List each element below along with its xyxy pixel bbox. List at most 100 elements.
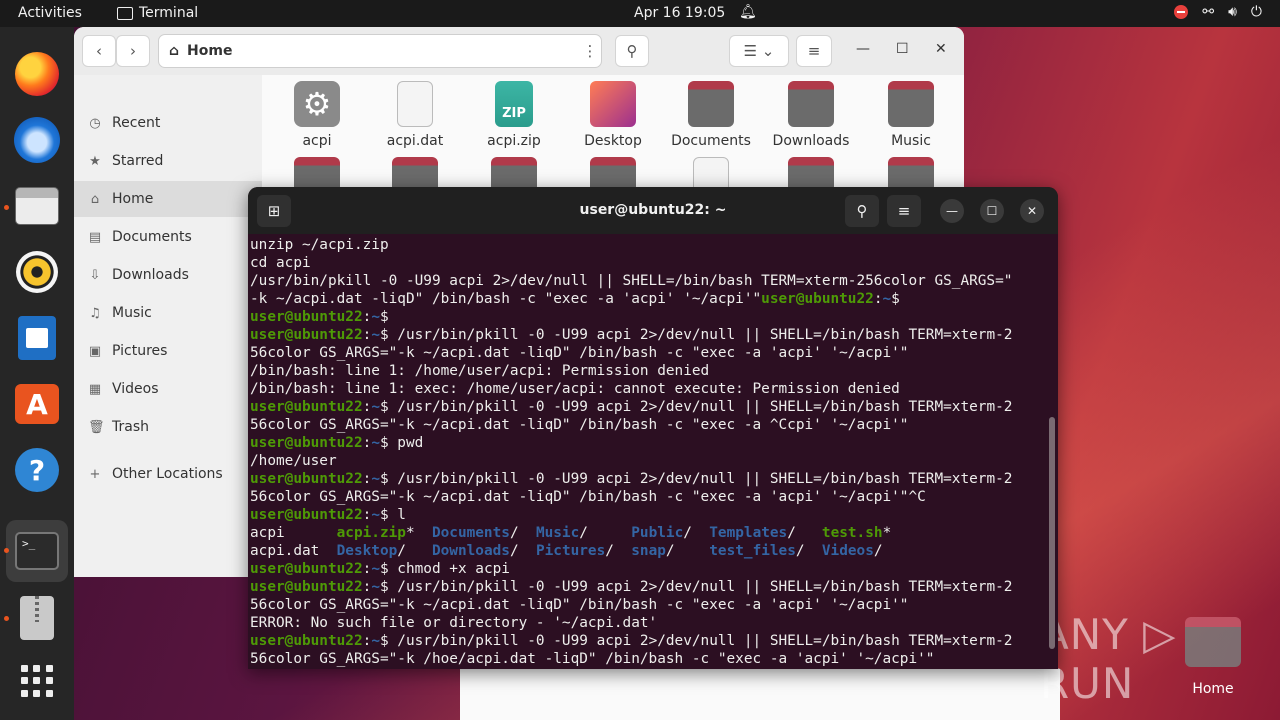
close-button[interactable]: ✕ bbox=[1020, 199, 1044, 223]
file-item-acpi-zip[interactable]: ZIP acpi.zip bbox=[469, 81, 559, 149]
terminal-scrollbar[interactable] bbox=[1049, 417, 1055, 649]
executable-gear-icon: ⚙ bbox=[294, 81, 340, 127]
ls-pad bbox=[415, 525, 432, 541]
folder-item-music[interactable]: Music bbox=[866, 81, 956, 149]
sidebar-item-music[interactable]: ♫ Music bbox=[74, 295, 262, 331]
prompt-path: ~ bbox=[371, 399, 380, 415]
prompt-user: user@ubuntu22 bbox=[250, 327, 363, 343]
sidebar-item-videos[interactable]: ▦ Videos bbox=[74, 371, 262, 407]
folder-item-documents[interactable]: Documents bbox=[666, 81, 756, 149]
zip-badge: ZIP bbox=[502, 106, 526, 121]
firefox-launcher[interactable] bbox=[12, 49, 62, 99]
menu-button[interactable]: ≡ bbox=[887, 195, 921, 227]
prompt-sep: : bbox=[362, 579, 372, 595]
path-bar[interactable]: ⌂ Home bbox=[158, 34, 602, 68]
sidebar-item-home[interactable]: ⌂ Home bbox=[74, 181, 262, 217]
app-center-launcher[interactable]: A bbox=[12, 379, 62, 429]
folder-item-desktop[interactable]: Desktop bbox=[568, 81, 658, 149]
prompt-path: ~ bbox=[371, 327, 380, 343]
sidebar-item-starred[interactable]: ★ Starred bbox=[74, 143, 262, 179]
back-button[interactable]: ‹ bbox=[82, 35, 116, 67]
volume-icon[interactable]: 🔊︎ bbox=[1228, 4, 1237, 20]
terminal-output[interactable]: unzip ~/acpi.zip cd acpi /usr/bin/pkill … bbox=[250, 236, 1046, 669]
ls-entry: / bbox=[605, 543, 614, 559]
ls-entry: / bbox=[665, 543, 675, 559]
sidebar-item-downloads[interactable]: ⇩ Downloads bbox=[74, 257, 262, 293]
terminal-title: user@ubuntu22: ~ bbox=[579, 202, 727, 218]
running-indicator bbox=[4, 616, 9, 621]
file-item-acpi-dat[interactable]: acpi.dat bbox=[370, 81, 460, 149]
maximize-button[interactable]: ☐ bbox=[980, 199, 1004, 223]
help-launcher[interactable]: ? bbox=[12, 445, 62, 495]
sidebar-item-label: Videos bbox=[112, 381, 159, 397]
search-button[interactable]: ⚲ bbox=[615, 35, 649, 67]
ls-pad bbox=[614, 543, 631, 559]
forward-button[interactable]: › bbox=[116, 35, 150, 67]
prompt-command: $ /usr/bin/pkill -0 -U99 acpi 2>/dev/nul… bbox=[379, 471, 1013, 487]
bell-icon[interactable]: 🔔︎ bbox=[739, 4, 757, 20]
app-menu[interactable]: Terminal bbox=[117, 5, 198, 21]
prompt-sep: : bbox=[362, 561, 372, 577]
file-label: Music bbox=[891, 133, 931, 149]
terminal-line: 56color GS_ARGS="-k ~/acpi.dat -liqD" /b… bbox=[250, 345, 909, 361]
file-label: acpi bbox=[302, 133, 332, 149]
path-menu-button[interactable]: ⋮ bbox=[574, 35, 606, 67]
ls-entry: / bbox=[397, 543, 406, 559]
show-apps-button[interactable] bbox=[12, 656, 62, 706]
terminal-launcher[interactable]: >_ bbox=[12, 526, 62, 576]
sidebar-item-other-locations[interactable]: + Other Locations bbox=[74, 456, 262, 492]
terminal-headerbar: ⊞ user@ubuntu22: ~ ⚲ ≡ — ☐ ✕ bbox=[248, 187, 1058, 234]
path-label: Home bbox=[187, 43, 233, 59]
files-launcher[interactable] bbox=[12, 181, 62, 231]
archive-icon bbox=[20, 596, 54, 640]
activities-button[interactable]: Activities bbox=[18, 5, 82, 21]
ls-entry: Public bbox=[631, 525, 684, 541]
prompt-dollar: $ bbox=[891, 291, 900, 307]
power-icon[interactable]: ⏻ bbox=[1251, 4, 1262, 20]
running-indicator bbox=[4, 548, 9, 553]
network-icon[interactable]: ⚯ bbox=[1202, 4, 1214, 20]
sidebar-item-documents[interactable]: ▤ Documents bbox=[74, 219, 262, 255]
view-toggle-button[interactable]: ☰ ⌄ bbox=[729, 35, 789, 67]
app-name: Terminal bbox=[139, 5, 199, 21]
zip-file-icon: ZIP bbox=[495, 81, 533, 127]
sidebar-item-pictures[interactable]: ▣ Pictures bbox=[74, 333, 262, 369]
close-icon[interactable]: ✕ bbox=[935, 41, 947, 57]
maximize-icon[interactable]: ☐ bbox=[896, 41, 909, 57]
sidebar-item-recent[interactable]: ◷ Recent bbox=[74, 105, 262, 141]
app-center-icon: A bbox=[15, 384, 59, 424]
prompt-user: user@ubuntu22 bbox=[250, 399, 363, 415]
prompt-command: $ pwd bbox=[379, 435, 424, 451]
sidebar-item-trash[interactable]: 🗑︎ Trash bbox=[74, 409, 262, 445]
files-icon bbox=[15, 187, 59, 225]
ls-pad bbox=[519, 525, 536, 541]
plus-icon: + bbox=[89, 466, 101, 482]
rhythmbox-launcher[interactable] bbox=[12, 247, 62, 297]
search-button[interactable]: ⚲ bbox=[845, 195, 879, 227]
file-item-acpi[interactable]: ⚙ acpi bbox=[272, 81, 362, 149]
terminal-prompt-line: user@ubuntu22:~$ /usr/bin/pkill -0 -U99 … bbox=[250, 578, 1046, 596]
minimize-button[interactable]: — bbox=[940, 199, 964, 223]
minimize-icon[interactable]: — bbox=[856, 41, 870, 57]
download-icon: ⇩ bbox=[89, 267, 101, 283]
do-not-disturb-icon[interactable] bbox=[1174, 5, 1189, 19]
terminal-prompt-line: user@ubuntu22:~$ /usr/bin/pkill -0 -U99 … bbox=[250, 632, 1046, 650]
main-menu-button[interactable]: ≡ bbox=[796, 35, 832, 67]
top-bar: Activities Terminal Apr 16 19:05 🔔︎ ⚯ 🔊︎… bbox=[0, 0, 1280, 27]
sidebar-item-label: Downloads bbox=[112, 267, 189, 283]
prompt-sep: : bbox=[362, 435, 372, 451]
archive-launcher[interactable] bbox=[12, 593, 62, 643]
clock[interactable]: Apr 16 19:05 bbox=[634, 5, 725, 21]
ls-pad bbox=[285, 525, 337, 541]
terminal-line: 56color GS_ARGS="-k ~/acpi.dat -liqD" /b… bbox=[250, 597, 909, 613]
rhythmbox-icon bbox=[16, 251, 58, 293]
ls-entry: test_files bbox=[709, 543, 796, 559]
writer-launcher[interactable] bbox=[12, 313, 62, 363]
ls-entry: acpi bbox=[250, 525, 285, 541]
terminal-prompt-line: user@ubuntu22:~$ pwd bbox=[250, 434, 1046, 452]
system-tray[interactable]: ⚯ 🔊︎ ⏻ bbox=[1174, 4, 1262, 20]
close-icon: ✕ bbox=[1026, 204, 1038, 218]
thunderbird-launcher[interactable] bbox=[12, 115, 62, 165]
folder-item-downloads[interactable]: Downloads bbox=[766, 81, 856, 149]
grid-icon bbox=[21, 665, 53, 697]
